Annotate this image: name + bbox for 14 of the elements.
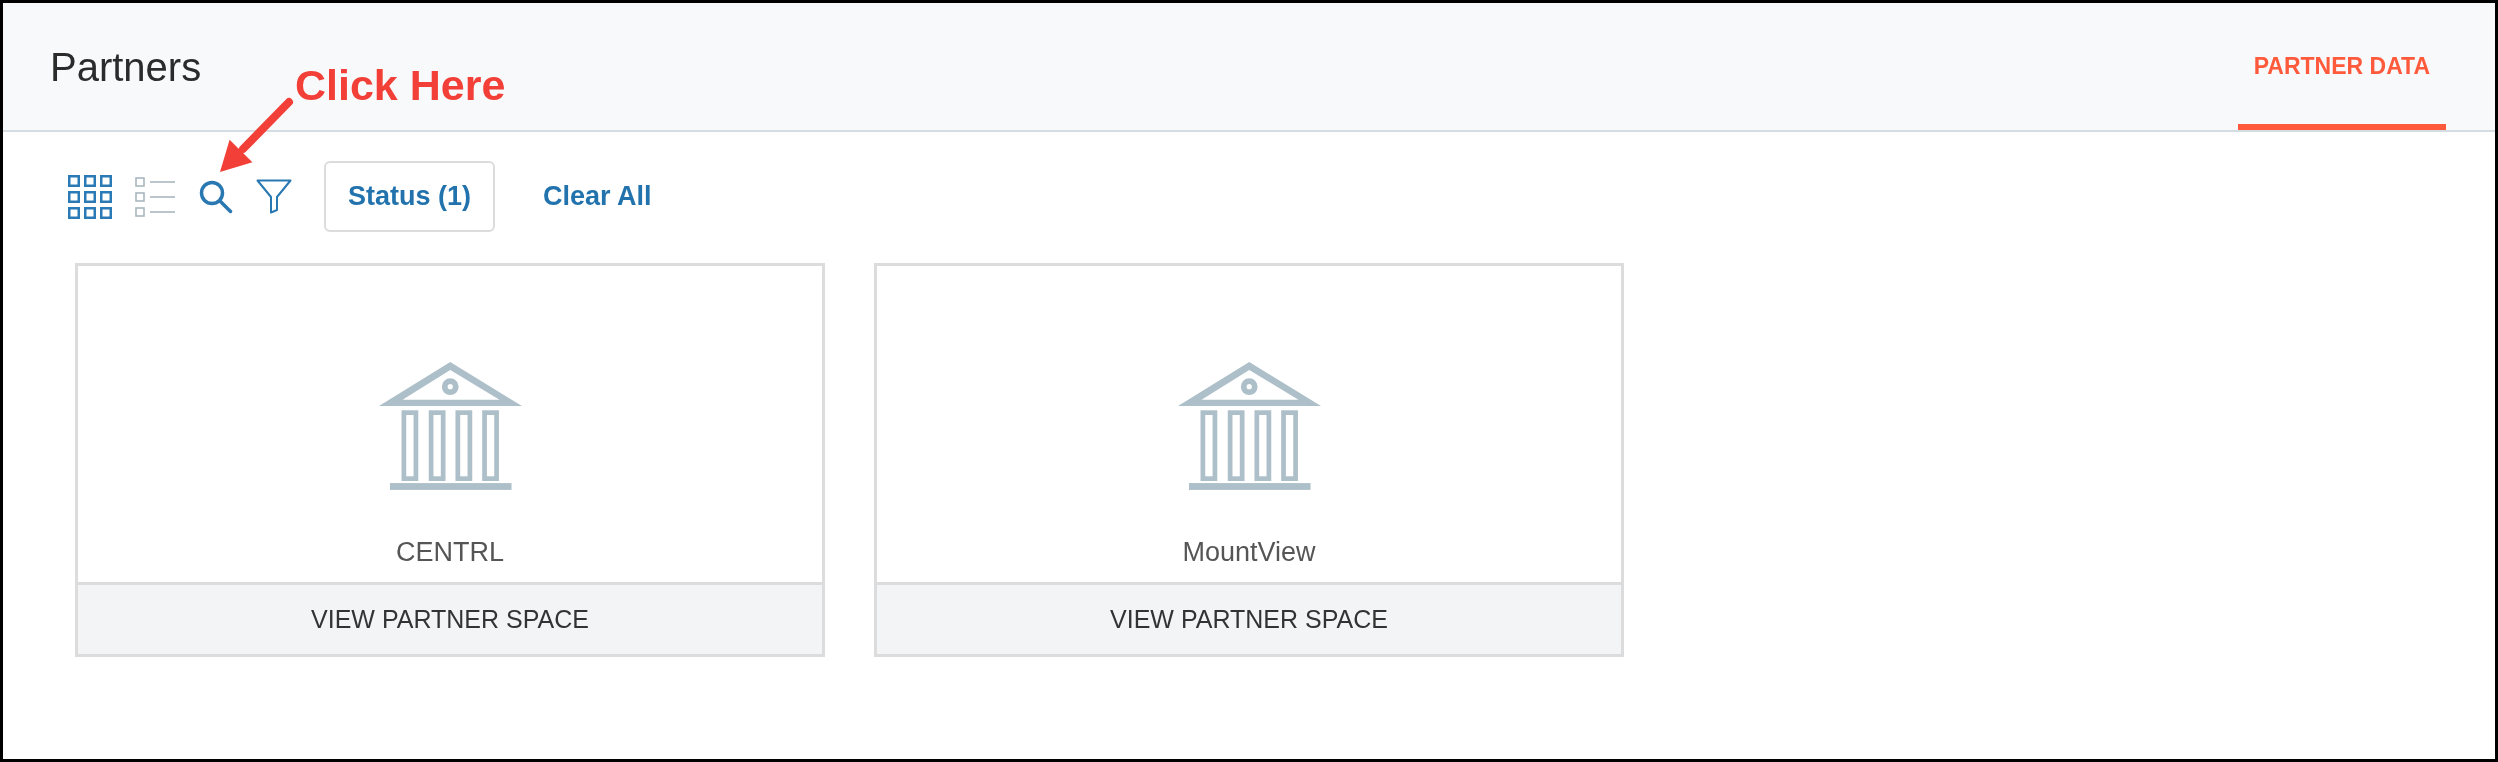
view-partner-space-button[interactable]: VIEW PARTNER SPACE xyxy=(78,582,822,654)
partner-name: CENTRL xyxy=(396,536,504,569)
grid-icon[interactable] xyxy=(68,174,112,219)
tab[interactable]: PARTNER DATA xyxy=(2237,3,2446,130)
building-icon xyxy=(378,362,522,490)
annotation-text: Click Here xyxy=(295,64,506,107)
partner-name: MountView xyxy=(1182,536,1316,569)
building-icon xyxy=(1177,362,1321,490)
funnel-icon[interactable] xyxy=(256,179,292,214)
status-filter-button[interactable]: Status (1) xyxy=(324,161,495,232)
search-icon[interactable] xyxy=(198,179,233,214)
clear-all-link[interactable]: Clear All xyxy=(543,176,652,217)
view-partner-space-button[interactable]: VIEW PARTNER SPACE xyxy=(877,582,1621,654)
page-title: Partners xyxy=(50,46,202,87)
